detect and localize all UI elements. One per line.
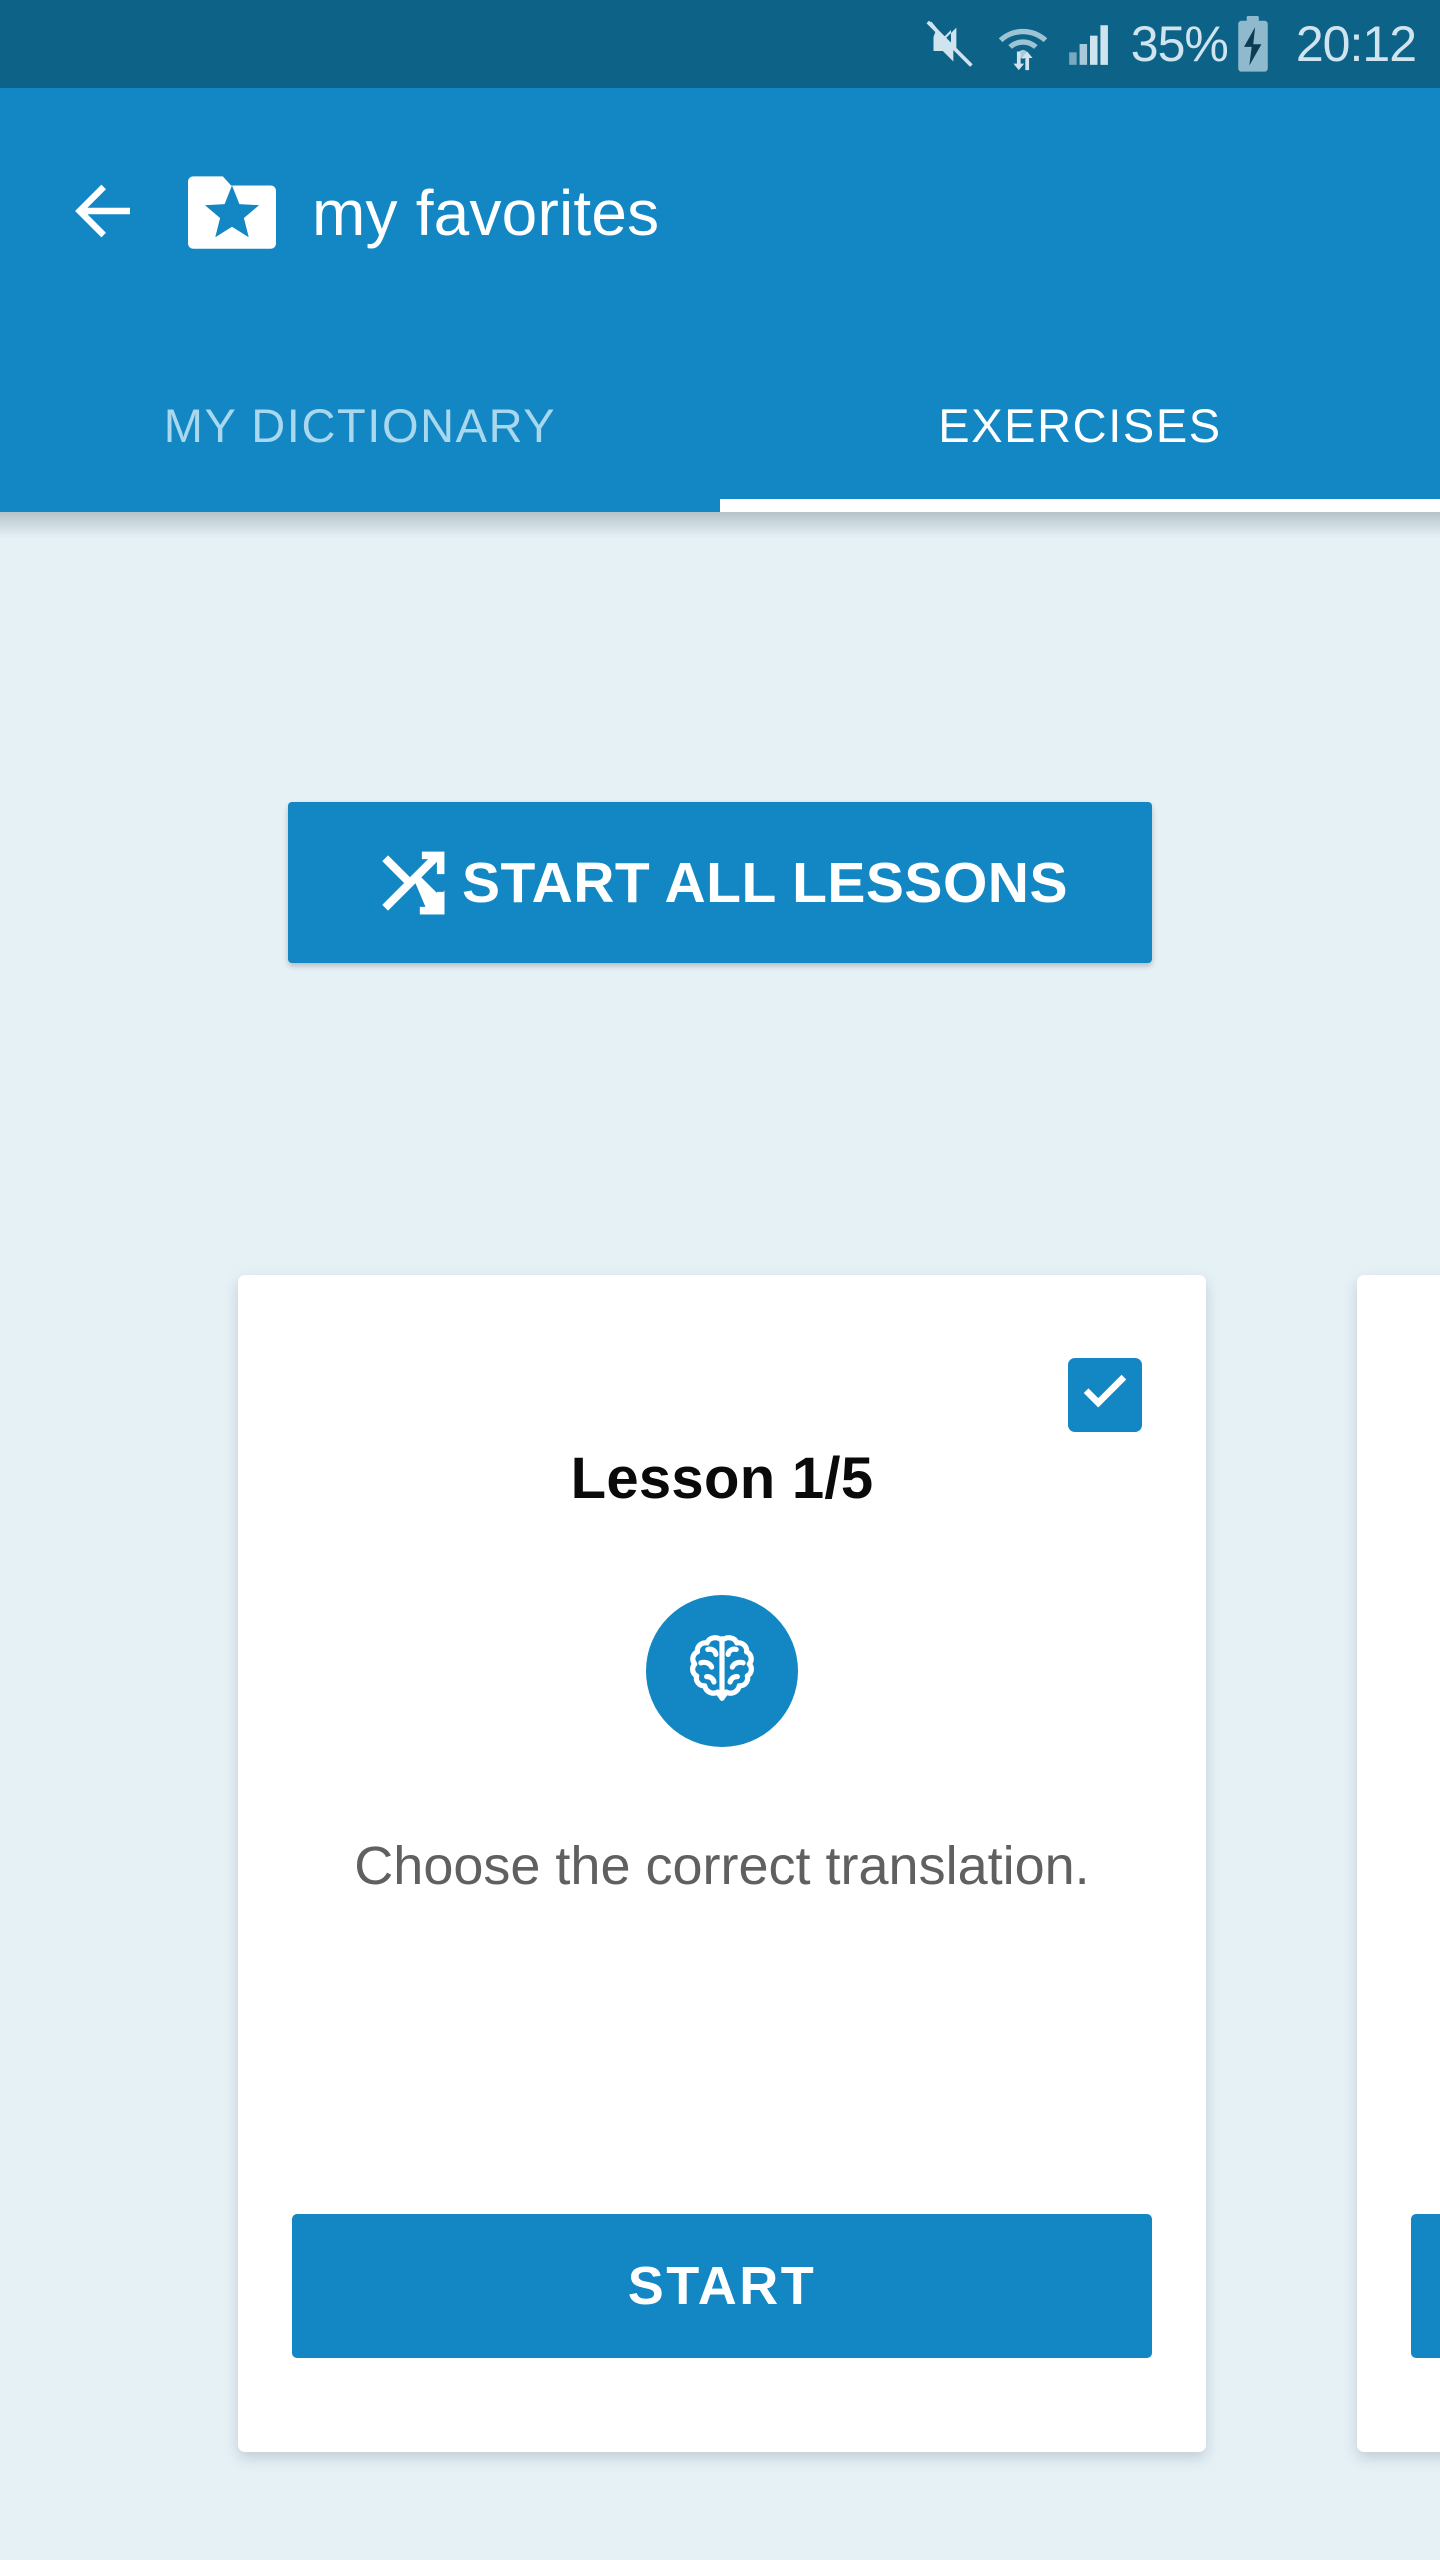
app-bar-shadow	[0, 512, 1440, 538]
shuffle-icon	[372, 842, 454, 924]
check-icon	[1077, 1365, 1133, 1426]
battery-charging-icon	[1232, 15, 1274, 73]
page-title: my favorites	[312, 177, 660, 249]
start-all-lessons-button[interactable]: START ALL LESSONS	[288, 802, 1152, 963]
lesson-description: Choose the correct translation.	[354, 1836, 1090, 1896]
exercises-content: START ALL LESSONS Lesson 1/5 Choose the …	[0, 512, 1440, 2560]
status-bar-icons: 35% 20:12	[923, 15, 1417, 73]
tab-my-dictionary[interactable]: MY DICTIONARY	[0, 338, 720, 512]
signal-icon	[1065, 18, 1115, 70]
app-bar: my favorites MY DICTIONARY EXERCISES	[0, 88, 1440, 512]
lesson-start-button[interactable]: START	[292, 2214, 1152, 2358]
lesson-card[interactable]: Lesson 1/5 Choose the correct translatio…	[238, 1275, 1206, 2452]
wifi-icon	[995, 16, 1051, 72]
clock-label: 20:12	[1295, 16, 1417, 72]
lesson-start-label: START	[627, 2256, 817, 2316]
brain-icon	[676, 1623, 768, 1720]
mute-icon	[923, 16, 979, 72]
tab-my-dictionary-label: MY DICTIONARY	[163, 398, 557, 452]
app-bar-top-row: my favorites	[0, 88, 1440, 338]
folder-star-icon	[172, 153, 292, 273]
status-bar: 35% 20:12	[0, 0, 1440, 88]
app-screen: 35% 20:12 my favorites MY DICTIONARY EXE…	[0, 0, 1440, 2560]
battery-percent-label: 35%	[1130, 16, 1229, 72]
tab-bar: MY DICTIONARY EXERCISES	[0, 338, 1440, 512]
tab-exercises[interactable]: EXERCISES	[720, 338, 1440, 512]
lesson-start-button[interactable]	[1411, 2214, 1440, 2358]
lesson-checkbox[interactable]	[1068, 1358, 1142, 1432]
lesson-card[interactable]	[1357, 1275, 1440, 2452]
lesson-cards-carousel[interactable]: Lesson 1/5 Choose the correct translatio…	[0, 1275, 1440, 2455]
back-arrow-icon	[65, 172, 143, 255]
tab-active-indicator	[720, 499, 1440, 512]
lesson-title: Lesson 1/5	[570, 1446, 874, 1511]
back-button[interactable]	[44, 153, 164, 273]
start-all-lessons-label: START ALL LESSONS	[462, 850, 1068, 915]
lesson-icon-circle	[646, 1595, 798, 1747]
tab-exercises-label: EXERCISES	[938, 398, 1222, 452]
